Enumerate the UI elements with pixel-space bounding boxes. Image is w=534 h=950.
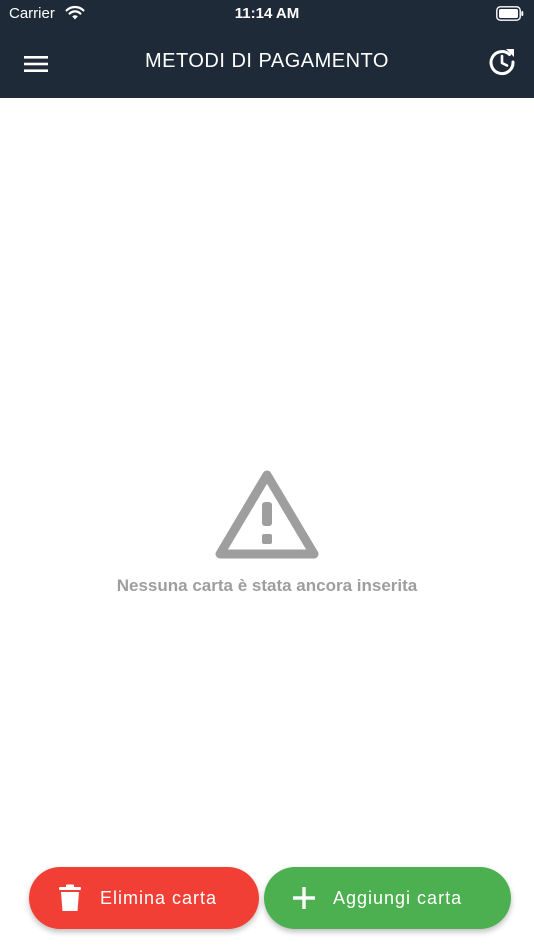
- empty-state: Nessuna carta è stata ancora inserita: [0, 466, 534, 596]
- refresh-button[interactable]: [484, 44, 520, 80]
- battery-icon: [496, 6, 524, 21]
- delete-card-button[interactable]: Elimina carta: [29, 867, 259, 929]
- empty-message: Nessuna carta è stata ancora inserita: [116, 576, 418, 595]
- app-bar: METODI DI PAGAMENTO: [0, 28, 534, 98]
- warning-icon: [215, 470, 319, 559]
- status-bar: Carrier 11:14 AM: [0, 0, 534, 28]
- page-title: METODI DI PAGAMENTO: [145, 50, 389, 72]
- delete-card-label: Elimina carta: [100, 887, 218, 908]
- add-card-label: Aggiungi carta: [333, 887, 463, 908]
- trash-icon: [59, 884, 81, 911]
- refresh-icon: [489, 49, 515, 75]
- plus-icon: [293, 887, 315, 909]
- status-time: 11:14 AM: [234, 5, 300, 22]
- header: Carrier 11:14 AM METODI DI PAGAMENTO: [0, 0, 534, 98]
- add-card-button[interactable]: Aggiungi carta: [264, 867, 511, 929]
